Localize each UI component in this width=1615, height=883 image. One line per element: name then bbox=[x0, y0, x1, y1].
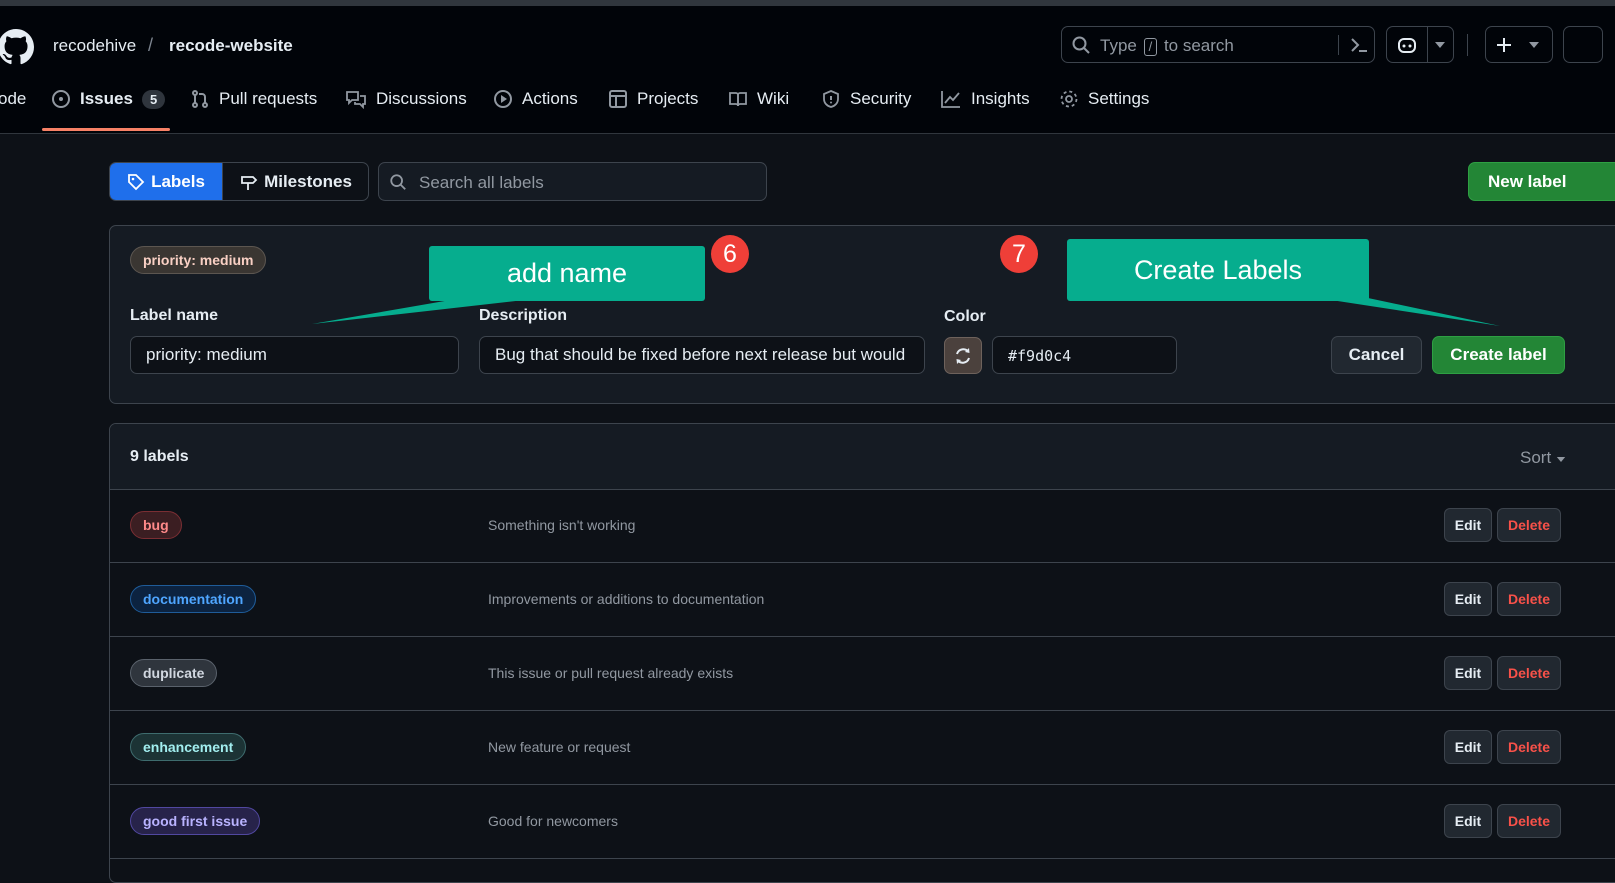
labels-list-header: 9 labels Sort bbox=[110, 424, 1615, 490]
label-pill[interactable]: documentation bbox=[130, 585, 257, 613]
callout-pointer-add-name bbox=[312, 298, 542, 324]
label-row: documentation Improvements or additions t… bbox=[110, 563, 1615, 637]
annotation-step-badge-7: 7 bbox=[1000, 235, 1038, 273]
label-pill[interactable]: enhancement bbox=[130, 733, 247, 761]
annotation-callout-add-name: add name bbox=[429, 246, 705, 301]
callout-pointer-create-labels bbox=[1318, 298, 1500, 326]
delete-label-button[interactable]: Delete bbox=[1497, 730, 1561, 764]
delete-label-button[interactable]: Delete bbox=[1497, 804, 1561, 838]
label-row: enhancement New feature or request Edit Del… bbox=[110, 711, 1615, 785]
delete-label-button[interactable]: Delete bbox=[1497, 508, 1561, 542]
label-pill[interactable]: bug bbox=[130, 511, 182, 539]
labels-list: 9 labels Sort bug Something isn't working… bbox=[109, 423, 1615, 883]
label-pill[interactable]: good first issue bbox=[130, 807, 261, 835]
label-description: New feature or request bbox=[488, 739, 631, 755]
delete-label-button[interactable]: Delete bbox=[1497, 582, 1561, 616]
edit-label-button[interactable]: Edit bbox=[1444, 730, 1492, 764]
label-description: This issue or pull request already exist… bbox=[488, 665, 734, 681]
annotation-step-badge-6: 6 bbox=[711, 235, 749, 273]
annotation-callout-create-labels: Create Labels bbox=[1067, 239, 1369, 301]
edit-label-button[interactable]: Edit bbox=[1444, 656, 1492, 690]
label-row: bug Something isn't working Edit Delete bbox=[110, 489, 1615, 563]
label-description: Something isn't working bbox=[488, 517, 636, 533]
sort-dropdown[interactable]: Sort bbox=[1520, 448, 1566, 468]
labels-count: 9 labels bbox=[130, 448, 189, 465]
edit-label-button[interactable]: Edit bbox=[1444, 804, 1492, 838]
edit-label-button[interactable]: Edit bbox=[1444, 582, 1492, 616]
label-pill[interactable]: duplicate bbox=[130, 659, 218, 687]
label-description: Good for newcomers bbox=[488, 813, 618, 829]
label-row: duplicate This issue or pull request alre… bbox=[110, 637, 1615, 711]
chevron-down-icon bbox=[1556, 457, 1566, 462]
delete-label-button[interactable]: Delete bbox=[1497, 656, 1561, 690]
label-description: Improvements or additions to documentati… bbox=[488, 591, 765, 607]
edit-label-button[interactable]: Edit bbox=[1444, 508, 1492, 542]
label-row: good first issue Good for newcomers Edit De… bbox=[110, 785, 1615, 859]
